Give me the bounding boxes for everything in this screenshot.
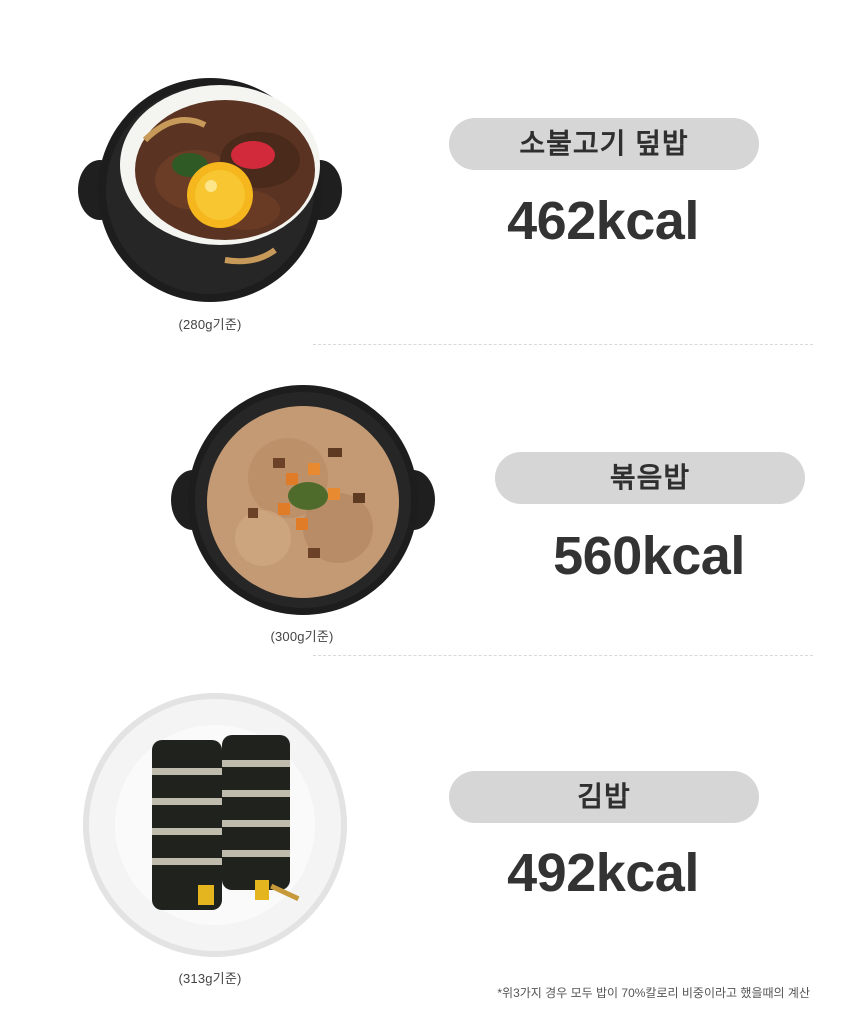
footnote: *위3가지 경우 모두 밥이 70%칼로리 비중이라고 했을때의 계산	[497, 986, 810, 1000]
gimbap-plate-image	[83, 693, 347, 957]
dish-name-badge: 김밥	[449, 771, 759, 823]
weight-note: (313g기준)	[178, 971, 242, 986]
calorie-value: 492kcal	[507, 843, 699, 903]
menu-item-gimbap: (313g기준) 김밥 492kcal	[0, 0, 860, 1000]
